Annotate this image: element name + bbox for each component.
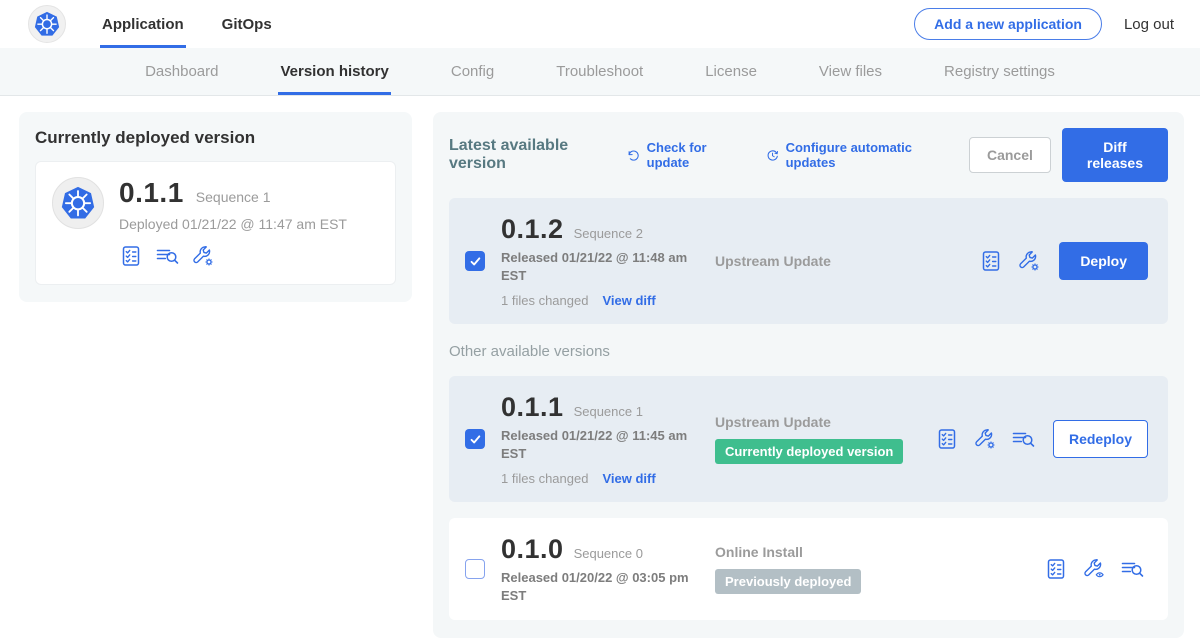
source-label: Upstream Update bbox=[715, 414, 935, 430]
view-diff-link[interactable]: View diff bbox=[602, 293, 655, 308]
deploy-button[interactable]: Deploy bbox=[1059, 242, 1148, 280]
view-config-icon[interactable] bbox=[1082, 557, 1106, 581]
version-info: 0.1.0 Sequence 0 Released 01/20/22 @ 03:… bbox=[501, 534, 713, 604]
redeploy-button[interactable]: Redeploy bbox=[1053, 420, 1148, 458]
kubernetes-icon bbox=[32, 9, 62, 39]
cancel-button[interactable]: Cancel bbox=[969, 137, 1051, 173]
subnav-registry-settings[interactable]: Registry settings bbox=[942, 48, 1057, 95]
version-info: 0.1.2 Sequence 2 Released 01/21/22 @ 11:… bbox=[501, 214, 713, 308]
subnav-dashboard[interactable]: Dashboard bbox=[143, 48, 220, 95]
preflight-checks-icon[interactable] bbox=[979, 249, 1003, 273]
version-source: Online Install Previously deployed bbox=[713, 544, 1044, 594]
deployed-sequence-label: Sequence 1 bbox=[196, 189, 271, 205]
version-row: 0.1.1 Sequence 1 Released 01/21/22 @ 11:… bbox=[449, 376, 1168, 502]
check-for-update-link[interactable]: Check for update bbox=[626, 140, 741, 170]
subnav-version-history[interactable]: Version history bbox=[278, 48, 390, 95]
subnav-config[interactable]: Config bbox=[449, 48, 496, 95]
edit-config-icon[interactable] bbox=[1017, 249, 1041, 273]
version-source: Upstream Update bbox=[713, 253, 979, 269]
tab-gitops[interactable]: GitOps bbox=[220, 0, 274, 48]
edit-config-icon[interactable] bbox=[191, 244, 215, 268]
check-icon bbox=[469, 255, 482, 268]
released-timestamp: Released 01/21/22 @ 11:45 am EST bbox=[501, 427, 691, 462]
configure-automatic-updates-link[interactable]: Configure automatic updates bbox=[765, 140, 945, 170]
view-diff-link[interactable]: View diff bbox=[602, 471, 655, 486]
available-versions-panel: Latest available version Check for updat… bbox=[433, 112, 1184, 638]
version-row: 0.1.2 Sequence 2 Released 01/21/22 @ 11:… bbox=[449, 198, 1168, 324]
sequence-label: Sequence 1 bbox=[574, 404, 643, 419]
deploy-logs-icon[interactable] bbox=[1120, 557, 1144, 581]
deploy-logs-icon[interactable] bbox=[155, 244, 179, 268]
version-actions bbox=[1044, 557, 1144, 581]
edit-config-icon[interactable] bbox=[973, 427, 997, 451]
files-changed-row: 1 files changed View diff bbox=[501, 471, 713, 486]
clock-refresh-icon bbox=[765, 147, 780, 164]
subnav-license[interactable]: License bbox=[703, 48, 759, 95]
version-number: 0.1.2 bbox=[501, 214, 564, 245]
header-right: Add a new application Log out bbox=[914, 8, 1174, 40]
deploy-logs-icon[interactable] bbox=[1011, 427, 1035, 451]
status-badge: Currently deployed version bbox=[715, 439, 903, 464]
released-timestamp: Released 01/21/22 @ 11:48 am EST bbox=[501, 249, 691, 284]
diff-releases-button[interactable]: Diff releases bbox=[1062, 128, 1168, 182]
sequence-label: Sequence 2 bbox=[574, 226, 643, 241]
released-timestamp: Released 01/20/22 @ 03:05 pm EST bbox=[501, 569, 691, 604]
available-header: Latest available version Check for updat… bbox=[449, 128, 1168, 182]
sequence-label: Sequence 0 bbox=[574, 546, 643, 561]
deployed-timestamp: Deployed 01/21/22 @ 11:47 am EST bbox=[119, 216, 347, 232]
top-tabs: Application GitOps bbox=[100, 0, 308, 48]
version-row: 0.1.0 Sequence 0 Released 01/20/22 @ 03:… bbox=[449, 518, 1168, 620]
deployed-actions bbox=[119, 244, 347, 268]
subnav-view-files[interactable]: View files bbox=[817, 48, 884, 95]
available-panel-title: Latest available version bbox=[449, 137, 610, 173]
deployed-version-info: 0.1.1 Sequence 1 Deployed 01/21/22 @ 11:… bbox=[119, 177, 347, 268]
tab-application[interactable]: Application bbox=[100, 0, 186, 48]
version-number: 0.1.0 bbox=[501, 534, 564, 565]
version-source: Upstream Update Currently deployed versi… bbox=[713, 414, 935, 464]
version-checkbox[interactable] bbox=[465, 251, 485, 271]
preflight-checks-icon[interactable] bbox=[119, 244, 143, 268]
deployed-version-card: 0.1.1 Sequence 1 Deployed 01/21/22 @ 11:… bbox=[35, 161, 396, 285]
main-content: Currently deployed version 0.1.1 Sequenc… bbox=[0, 96, 1200, 638]
version-actions bbox=[935, 427, 1035, 451]
top-header: Application GitOps Add a new application… bbox=[0, 0, 1200, 48]
version-checkbox[interactable] bbox=[465, 429, 485, 449]
files-changed-label: 1 files changed bbox=[501, 471, 588, 486]
status-badge: Previously deployed bbox=[715, 569, 861, 594]
add-application-button[interactable]: Add a new application bbox=[914, 8, 1102, 40]
logout-link[interactable]: Log out bbox=[1124, 16, 1174, 33]
other-versions-title: Other available versions bbox=[449, 343, 1168, 360]
files-changed-row: 1 files changed View diff bbox=[501, 293, 713, 308]
files-changed-label: 1 files changed bbox=[501, 293, 588, 308]
version-checkbox[interactable] bbox=[465, 559, 485, 579]
preflight-checks-icon[interactable] bbox=[1044, 557, 1068, 581]
app-icon bbox=[52, 177, 104, 229]
check-icon bbox=[469, 433, 482, 446]
preflight-checks-icon[interactable] bbox=[935, 427, 959, 451]
source-label: Upstream Update bbox=[715, 253, 979, 269]
app-subnav: Dashboard Version history Config Trouble… bbox=[0, 48, 1200, 96]
version-number: 0.1.1 bbox=[501, 392, 564, 423]
deployed-panel-title: Currently deployed version bbox=[35, 128, 396, 148]
currently-deployed-panel: Currently deployed version 0.1.1 Sequenc… bbox=[19, 112, 412, 302]
deployed-version-number: 0.1.1 bbox=[119, 177, 184, 209]
refresh-icon bbox=[626, 147, 641, 164]
version-info: 0.1.1 Sequence 1 Released 01/21/22 @ 11:… bbox=[501, 392, 713, 486]
configure-updates-label: Configure automatic updates bbox=[786, 140, 945, 170]
kubernetes-icon bbox=[58, 183, 98, 223]
check-for-update-label: Check for update bbox=[647, 140, 741, 170]
kubernetes-logo bbox=[28, 5, 66, 43]
subnav-troubleshoot[interactable]: Troubleshoot bbox=[554, 48, 645, 95]
source-label: Online Install bbox=[715, 544, 1044, 560]
version-actions bbox=[979, 249, 1041, 273]
